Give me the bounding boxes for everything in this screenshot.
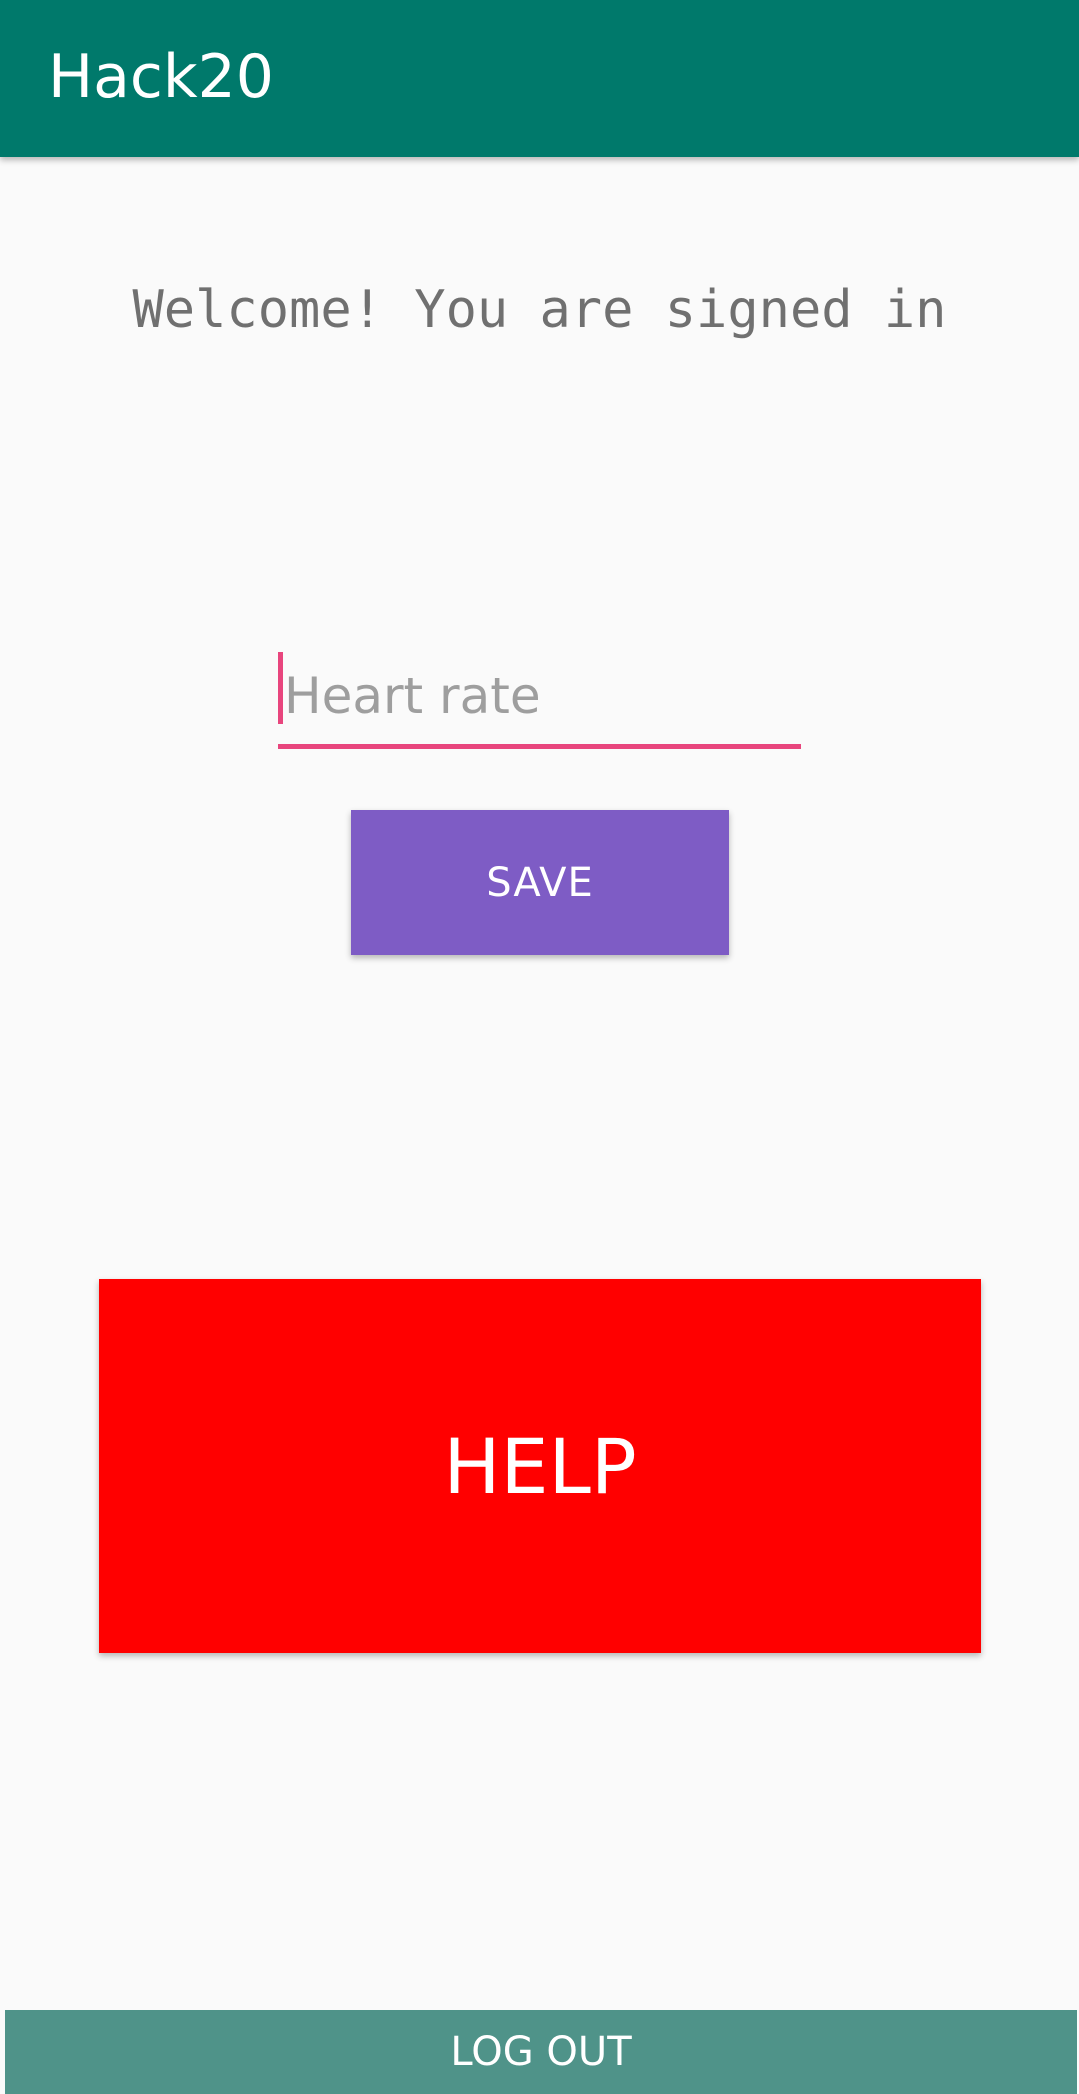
text-cursor [278, 652, 283, 724]
heart-rate-field[interactable] [278, 648, 801, 750]
logout-button[interactable]: LOG OUT [5, 2010, 1077, 2094]
app-bar: Hack20 [0, 0, 1079, 157]
welcome-message: Welcome! You are signed in [132, 280, 947, 340]
save-button[interactable]: SAVE [351, 810, 729, 955]
heart-rate-underline [278, 744, 801, 749]
help-button[interactable]: HELP [99, 1279, 981, 1653]
heart-rate-input[interactable] [278, 648, 801, 744]
app-title: Hack20 [48, 42, 274, 112]
